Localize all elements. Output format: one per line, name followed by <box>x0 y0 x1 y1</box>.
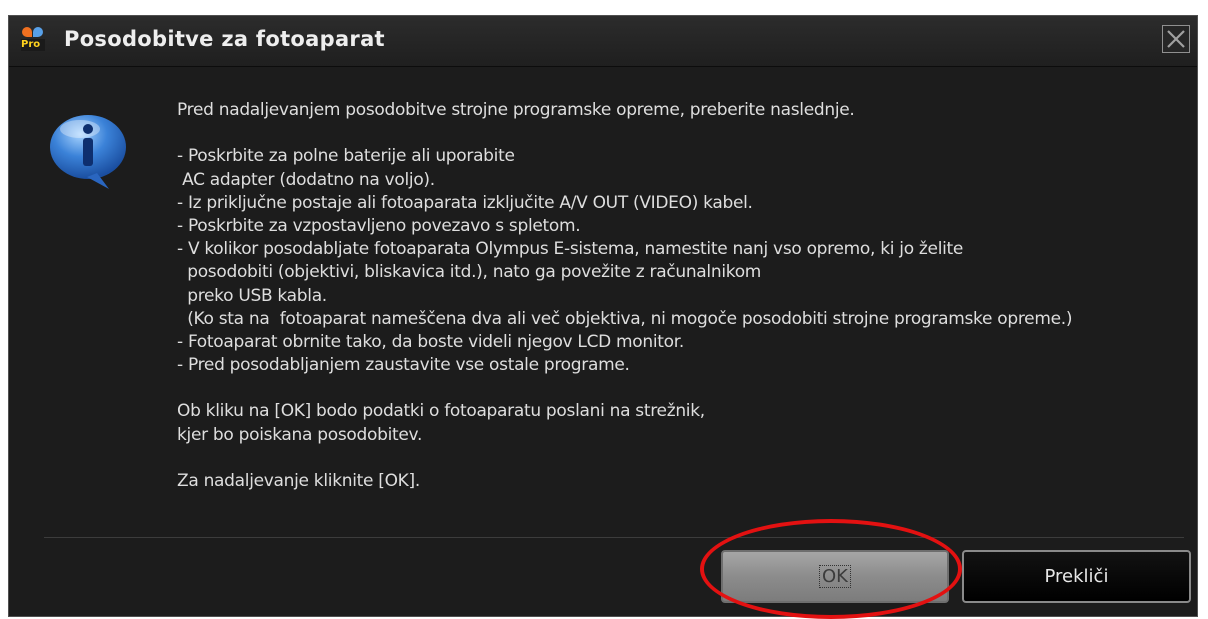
message-line: - Poskrbite za vzpostavljeno povezavo s … <box>177 215 581 236</box>
message-line <box>177 447 1187 470</box>
app-icon-label: Pro <box>21 39 45 51</box>
message-text: Pred nadaljevanjem posodobitve strojne p… <box>177 99 1187 493</box>
message-line: AC adapter (dodatno na voljo). <box>177 169 435 190</box>
info-icon <box>50 115 126 189</box>
message-line: - Poskrbite za polne baterije ali uporab… <box>177 146 515 167</box>
close-icon <box>1167 30 1185 48</box>
message-line: posodobiti (objektivi, bliskavica itd.),… <box>177 262 762 283</box>
message-line: kjer bo poiskana posodobitev. <box>177 424 423 445</box>
message-line: - Pred posodabljanjem zaustavite vse ost… <box>177 355 630 376</box>
message-line: (Ko sta na fotoaparat nameščena dva ali … <box>177 308 1073 329</box>
ok-button[interactable]: OK <box>721 550 949 603</box>
app-icon: Pro <box>21 27 47 53</box>
message-line: - Iz priključne postaje ali fotoaparata … <box>177 192 753 213</box>
message-line <box>177 122 1187 145</box>
message-line: - Fotoaparat obrnite tako, da boste vide… <box>177 331 684 352</box>
dialog-title: Posodobitve za fotoaparat <box>64 27 385 51</box>
dialog-window: Pro Posodobitve za fotoaparat Pred nadal… <box>8 15 1198 617</box>
message-line: Za nadaljevanje kliknite [OK]. <box>177 471 420 491</box>
ok-button-label: OK <box>819 565 851 588</box>
cancel-button-label: Prekliči <box>1044 566 1109 587</box>
title-bar[interactable]: Pro Posodobitve za fotoaparat <box>9 16 1197 67</box>
message-line: Ob kliku na [OK] bodo podatki o fotoapar… <box>177 401 705 422</box>
message-line: - V kolikor posodabljate fotoaparata Oly… <box>177 239 964 260</box>
cancel-button[interactable]: Prekliči <box>962 550 1191 603</box>
message-line: preko USB kabla. <box>177 285 327 306</box>
message-line <box>177 377 1187 400</box>
divider <box>44 537 1184 538</box>
close-button[interactable] <box>1162 25 1190 53</box>
message-line: Pred nadaljevanjem posodobitve strojne p… <box>177 100 855 120</box>
